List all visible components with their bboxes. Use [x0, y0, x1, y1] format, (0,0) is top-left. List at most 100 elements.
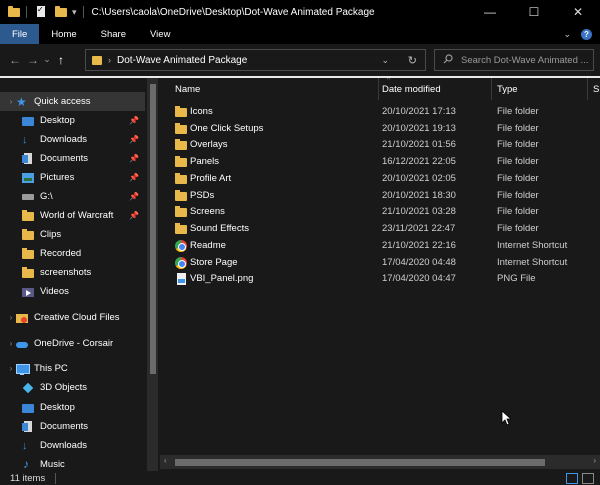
sidebar-item-desktop[interactable]: Desktop 📌 — [0, 111, 145, 130]
sidebar-item-downloads[interactable]: ↓ Downloads 📌 — [0, 130, 145, 149]
sidebar-item-pictures[interactable]: Pictures 📌 — [0, 168, 145, 187]
customize-quick-access-icon[interactable]: ▾ — [72, 7, 77, 18]
internet-shortcut-icon — [175, 240, 187, 252]
file-row[interactable]: Panels 16/12/2021 22:05 File folder — [170, 154, 600, 171]
pin-icon[interactable]: 📌 — [129, 192, 139, 201]
sidebar-scrollbar-thumb[interactable] — [150, 84, 156, 374]
sidebar-item-quick-access[interactable]: › ★ Quick access — [0, 92, 145, 111]
tab-view[interactable]: View — [138, 24, 182, 44]
pin-icon[interactable]: 📌 — [129, 154, 139, 163]
pin-icon[interactable]: 📌 — [129, 135, 139, 144]
breadcrumb-current[interactable]: Dot-Wave Animated Package — [117, 55, 247, 66]
sidebar-item-documents-pc[interactable]: Documents — [0, 417, 145, 436]
folder-icon — [8, 6, 20, 18]
sidebar-item-label: Creative Cloud Files — [34, 312, 120, 323]
sidebar-item-label: This PC — [34, 363, 68, 374]
folder-icon — [175, 206, 187, 218]
sidebar-item-label: World of Warcraft — [40, 210, 114, 221]
file-row[interactable]: One Click Setups 20/10/2021 19:13 File f… — [170, 121, 600, 138]
file-row[interactable]: Overlays 21/10/2021 01:56 File folder — [170, 137, 600, 154]
sidebar-item-label: Videos — [40, 286, 69, 297]
details-view-icon[interactable] — [566, 472, 578, 484]
address-dropdown-icon[interactable]: ⌄ — [381, 55, 389, 66]
pin-icon[interactable]: 📌 — [129, 173, 139, 182]
sidebar-item-world-of-warcraft[interactable]: World of Warcraft 📌 — [0, 206, 145, 225]
tab-file[interactable]: File — [0, 24, 40, 44]
chevron-right-icon[interactable]: › — [6, 364, 16, 373]
file-row[interactable]: Profile Art 20/10/2021 02:05 File folder — [170, 171, 600, 188]
close-button[interactable]: ✕ — [556, 0, 600, 24]
folder-icon — [22, 247, 34, 260]
file-name: One Click Setups — [190, 123, 264, 134]
file-row[interactable]: Screens 21/10/2021 03:28 File folder — [170, 204, 600, 221]
column-header-size[interactable]: Si — [588, 78, 600, 100]
downloads-icon: ↓ — [22, 133, 28, 146]
column-header-date[interactable]: Date modified — [377, 78, 492, 100]
horizontal-scrollbar-thumb[interactable] — [175, 459, 545, 466]
folder-icon — [175, 190, 187, 202]
properties-icon[interactable] — [35, 5, 47, 18]
sidebar-item-desktop-pc[interactable]: Desktop — [0, 398, 145, 417]
folder-icon — [175, 123, 187, 135]
search-box[interactable] — [434, 49, 594, 71]
pin-icon[interactable]: 📌 — [129, 211, 139, 220]
documents-icon — [22, 420, 34, 433]
file-row[interactable]: PSDs 20/10/2021 18:30 File folder — [170, 188, 600, 205]
scroll-left-icon[interactable]: ‹ — [164, 456, 167, 465]
sidebar-item-3d-objects[interactable]: 3D Objects — [0, 378, 145, 397]
pictures-icon — [22, 172, 34, 184]
minimize-button[interactable]: — — [468, 0, 512, 24]
file-date: 21/10/2021 01:56 — [382, 139, 456, 150]
up-button[interactable]: ↑ — [52, 50, 70, 70]
sidebar-item-documents[interactable]: Documents 📌 — [0, 149, 145, 168]
sidebar-item-label: 3D Objects — [40, 382, 87, 393]
sidebar-item-label: OneDrive - Corsair — [34, 338, 114, 349]
scroll-right-icon[interactable]: › — [593, 456, 596, 465]
help-icon[interactable]: ? — [581, 28, 592, 40]
sidebar-item-onedrive[interactable]: › OneDrive - Corsair — [0, 334, 145, 353]
refresh-button[interactable]: ↻ — [408, 54, 417, 67]
expand-ribbon-icon[interactable]: ⌄ — [563, 29, 571, 40]
file-row[interactable]: Store Page 17/04/2020 04:48 Internet Sho… — [170, 255, 600, 272]
sidebar-item-downloads-pc[interactable]: ↓ Downloads — [0, 436, 145, 455]
pin-icon[interactable]: 📌 — [129, 116, 139, 125]
column-header-type[interactable]: Type — [492, 78, 588, 100]
folder-icon — [175, 106, 187, 118]
chevron-right-icon[interactable]: › — [6, 339, 16, 348]
ribbon-tabs: File Home Share View ⌄ ? — [0, 24, 600, 44]
file-date: 20/10/2021 02:05 — [382, 173, 456, 184]
recent-locations-button[interactable]: ⌄ — [42, 50, 52, 70]
chevron-right-icon[interactable]: › — [6, 97, 16, 106]
tab-home[interactable]: Home — [39, 24, 88, 44]
maximize-button[interactable]: ☐ — [512, 0, 556, 24]
sidebar-item-creative-cloud-files[interactable]: › Creative Cloud Files — [0, 308, 145, 327]
sidebar-item-g-drive[interactable]: G:\ 📌 — [0, 187, 145, 206]
column-header-name[interactable]: Name — [170, 78, 379, 100]
file-row[interactable]: Readme 21/10/2021 22:16 Internet Shortcu… — [170, 238, 600, 255]
file-row[interactable]: Sound Effects 23/11/2021 22:47 File fold… — [170, 221, 600, 238]
sidebar-item-videos[interactable]: Videos — [0, 282, 145, 301]
sidebar-item-label: Recorded — [40, 248, 82, 259]
chevron-right-icon[interactable]: › — [6, 313, 16, 322]
sidebar-item-label: Desktop — [40, 402, 75, 413]
internet-shortcut-icon — [175, 257, 187, 269]
forward-button[interactable]: → — [24, 50, 42, 70]
sidebar-item-label: Downloads — [40, 440, 87, 451]
large-icons-view-icon[interactable] — [582, 472, 594, 484]
sidebar-item-music[interactable]: Music — [0, 455, 145, 472]
address-bar[interactable]: › Dot-Wave Animated Package ⌄ ↻ — [85, 49, 426, 71]
sidebar-item-this-pc[interactable]: › This PC — [0, 359, 145, 378]
file-row[interactable]: Icons 20/10/2021 17:13 File folder — [170, 104, 600, 121]
sidebar-item-clips[interactable]: Clips — [0, 225, 145, 244]
search-input[interactable] — [461, 54, 591, 66]
sidebar-item-recorded[interactable]: Recorded — [0, 244, 145, 263]
breadcrumb-separator[interactable]: › — [108, 55, 111, 65]
file-type: File folder — [497, 206, 539, 217]
column-header-label: Name — [175, 83, 201, 95]
sidebar-item-screenshots[interactable]: screenshots — [0, 263, 145, 282]
file-row[interactable]: VBI_Panel.png 17/04/2020 04:47 PNG File — [170, 271, 600, 288]
file-name: Overlays — [190, 139, 228, 150]
back-button[interactable]: ← — [6, 50, 24, 70]
new-folder-icon[interactable] — [55, 6, 67, 18]
tab-share[interactable]: Share — [89, 24, 138, 44]
